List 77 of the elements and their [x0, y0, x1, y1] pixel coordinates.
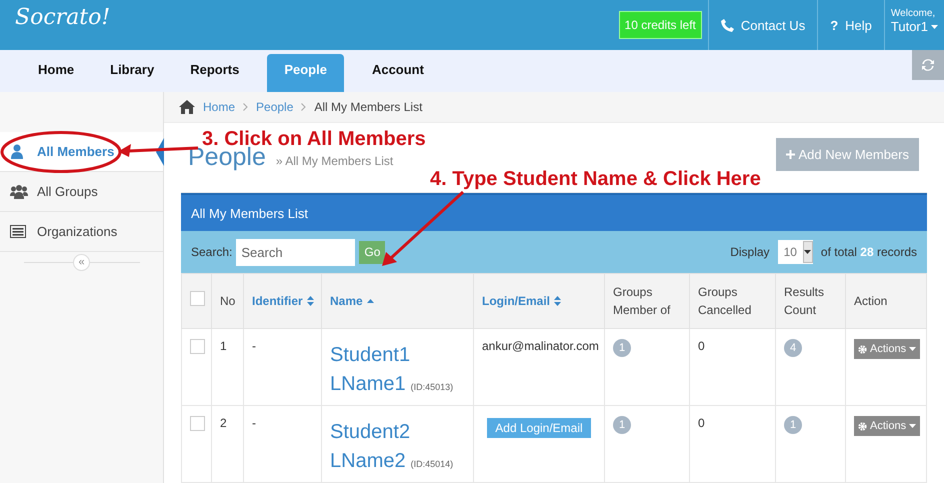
search-label: Search:: [191, 245, 232, 259]
plus-icon: [786, 150, 796, 159]
help-icon: ?: [830, 18, 838, 32]
column-header: Groups Cancelled: [698, 285, 752, 317]
table-cell: 1: [220, 339, 227, 353]
column-header: Groups Member of: [613, 285, 670, 317]
annotation-text: 4. Type Student Name & Click Here: [430, 168, 761, 191]
table-cell: 0: [698, 416, 705, 430]
student-name-link[interactable]: LName2: [330, 447, 406, 476]
logo[interactable]: Socrato!: [0, 0, 110, 50]
caret-icon: [804, 250, 812, 254]
row-checkbox[interactable]: [190, 339, 205, 354]
go-button[interactable]: Go: [359, 240, 386, 264]
refresh-button[interactable]: [912, 50, 944, 80]
breadcrumb-link[interactable]: People: [256, 100, 294, 114]
caret-icon: [909, 424, 916, 428]
add-members-button[interactable]: Add New Members: [776, 138, 919, 171]
total-records: of total 28 records: [820, 245, 917, 259]
page-title: People: [188, 145, 266, 170]
student-id: (ID:45014): [410, 459, 454, 469]
select-all-checkbox[interactable]: [190, 291, 205, 306]
list-icon: [10, 224, 28, 240]
column-header: Results Count: [784, 285, 824, 317]
chevron-icon: [243, 103, 248, 111]
item-label: All Members: [37, 144, 114, 159]
caret-icon: [931, 24, 938, 28]
item-label: Organizations: [37, 224, 118, 239]
count-badge: 1: [784, 416, 802, 434]
table-cell: 0: [698, 339, 705, 353]
caret-icon: [909, 347, 916, 351]
column-header[interactable]: Name: [330, 292, 374, 310]
panel-title: All My Members List: [191, 206, 308, 220]
phone-icon: [720, 18, 734, 32]
student-name-link[interactable]: LName1: [330, 370, 406, 399]
row-checkbox[interactable]: [190, 416, 205, 431]
welcome-text: Welcome,: [890, 8, 936, 19]
gear-icon: [858, 422, 867, 430]
refresh-icon: [922, 59, 934, 71]
nav-tab[interactable]: Account: [354, 54, 442, 92]
display-label: Display: [730, 245, 770, 259]
add-login-button[interactable]: Add Login/Email: [487, 418, 591, 438]
gear-icon: [858, 344, 867, 354]
student-name-link[interactable]: Student1: [330, 341, 410, 370]
credits-badge: 10 credits left: [618, 11, 702, 39]
search-field[interactable]: Search: [236, 238, 356, 266]
nav-tab[interactable]: Reports: [172, 54, 258, 92]
table-cell: -: [252, 339, 256, 353]
sort-icon: [554, 296, 562, 306]
table-cell: 2: [220, 416, 227, 430]
count-badge: 1: [613, 339, 631, 357]
user-name: Tutor1: [890, 19, 928, 34]
item-label: All Groups: [37, 184, 98, 199]
column-header: No: [220, 294, 236, 308]
actions-button[interactable]: Actions: [854, 416, 920, 436]
nav-tab[interactable]: Library: [92, 54, 172, 92]
table-cell: -: [252, 416, 256, 430]
sort-icon: [306, 296, 314, 306]
nav-tab[interactable]: Home: [20, 54, 92, 92]
display-select[interactable]: 10: [778, 240, 813, 264]
link-label: Help: [845, 18, 872, 32]
breadcrumb-link[interactable]: Home: [203, 100, 236, 114]
link-label: Contact Us: [740, 18, 806, 32]
count-badge: 1: [613, 416, 631, 434]
table-cell: ankur@malinator.com: [482, 339, 599, 353]
column-header: Action: [854, 294, 888, 308]
count-badge: 4: [784, 339, 802, 357]
student-id: (ID:45013): [410, 382, 454, 392]
home-icon: [179, 100, 195, 114]
actions-button[interactable]: Actions: [854, 339, 920, 359]
group-icon: [10, 184, 28, 200]
sort-up-icon: [366, 299, 374, 303]
student-name-link[interactable]: Student2: [330, 418, 410, 447]
collapse-button[interactable]: «: [73, 254, 90, 270]
page-subtitle: » All My Members List: [276, 154, 394, 168]
chevron-icon: [301, 103, 306, 111]
column-header[interactable]: Login/Email: [482, 292, 562, 310]
nav-tab[interactable]: People: [267, 54, 344, 92]
